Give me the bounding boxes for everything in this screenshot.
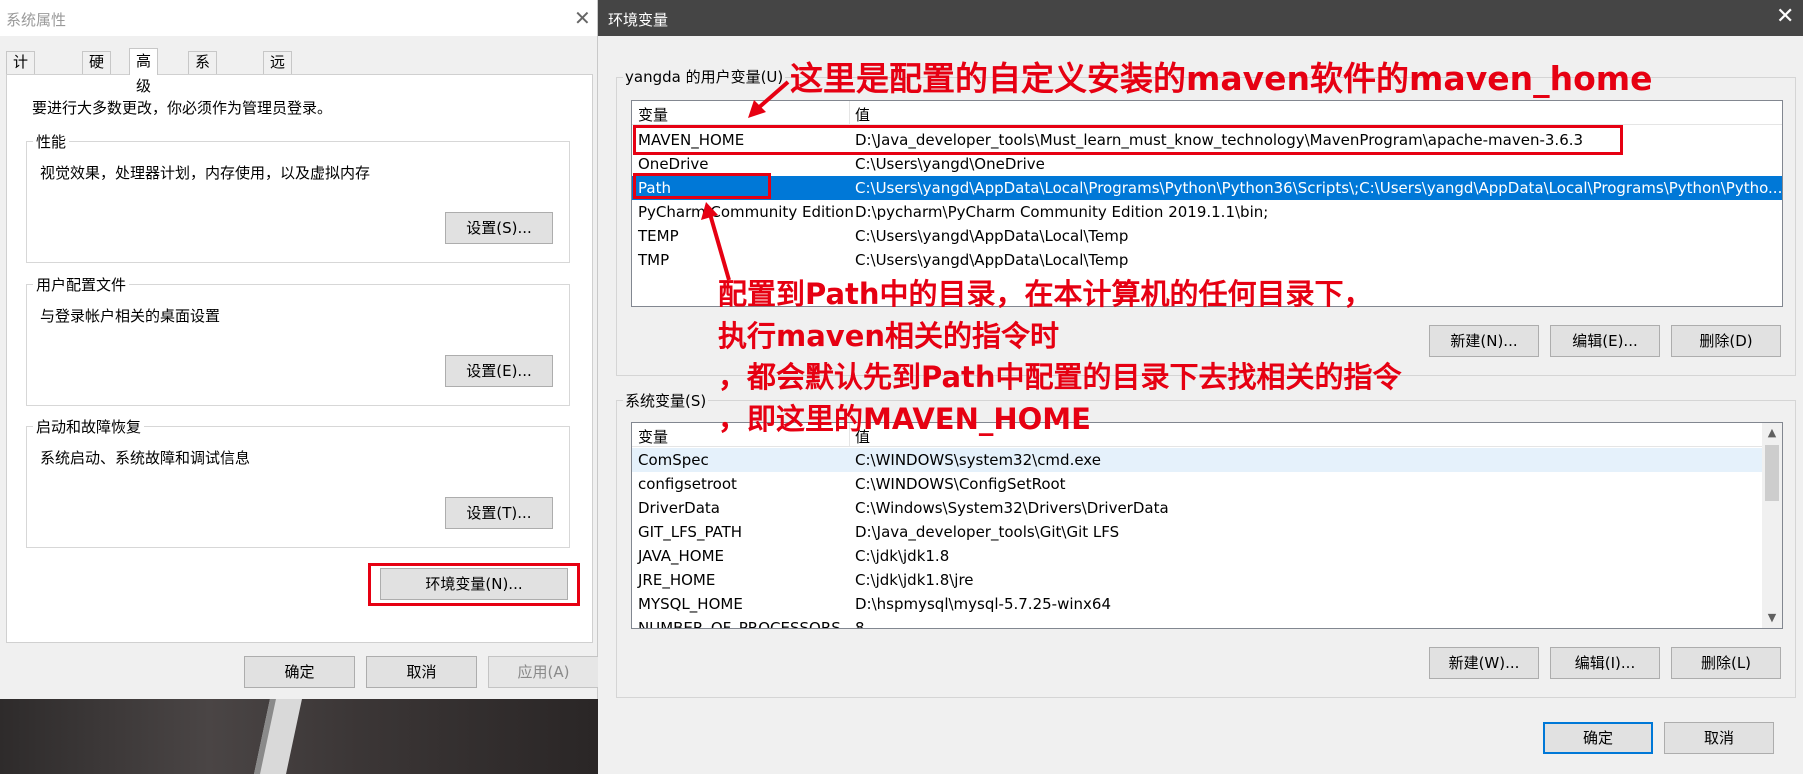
apply-button[interactable]: 应用(A) [488, 656, 599, 688]
tab-system-protection[interactable]: 系统保护 [188, 51, 218, 134]
annotation-text: ，都会默认先到Path中配置的目录下去找相关的指令 [718, 360, 1402, 394]
variable-value: D:\Java_developer_tools\Git\Git LFS [855, 523, 1120, 541]
title-bar: 系统属性 ✕ [0, 0, 597, 36]
annotation-text: ，即这里的MAVEN_HOME [718, 402, 1091, 436]
variable-name: JAVA_HOME [638, 547, 725, 565]
highlight-box [368, 563, 580, 606]
group-label: 性能 [33, 131, 70, 152]
column-header-variable[interactable]: 变量 [638, 426, 668, 447]
vertical-scrollbar[interactable]: ▲ ▼ [1762, 423, 1782, 628]
list-item[interactable]: GIT_LFS_PATH D:\Java_developer_tools\Git… [632, 520, 1782, 544]
group-description: 视觉效果，处理器计划，内存使用，以及虚拟内存 [40, 164, 371, 182]
cancel-button[interactable]: 取消 [366, 656, 477, 688]
environment-variables-dialog: 环境变量 ✕ yangda 的用户变量(U) 变量 值 MAVEN_HOME D… [598, 0, 1803, 774]
performance-group: 性能 视觉效果，处理器计划，内存使用，以及虚拟内存 设置(S)... [26, 131, 570, 263]
list-item[interactable]: PyCharm Community Edition D:\pycharm\PyC… [632, 200, 1782, 224]
system-variables-label: 系统变量(S) [623, 390, 709, 411]
variable-name: TMP [638, 251, 670, 269]
user-variables-label: yangda 的用户变量(U) [623, 66, 786, 87]
startup-recovery-settings-button[interactable]: 设置(T)... [445, 497, 553, 529]
variable-value: C:\jdk\jdk1.8 [855, 547, 950, 565]
scroll-up-icon[interactable]: ▲ [1762, 423, 1782, 443]
user-edit-button[interactable]: 编辑(E)... [1550, 325, 1660, 357]
user-delete-button[interactable]: 删除(D) [1671, 325, 1781, 357]
variable-name: JRE_HOME [638, 571, 716, 589]
variable-value: C:\WINDOWS\ConfigSetRoot [855, 475, 1066, 493]
variable-name: GIT_LFS_PATH [638, 523, 743, 541]
list-item[interactable]: configsetroot C:\WINDOWS\ConfigSetRoot [632, 472, 1782, 496]
variable-value: D:\pycharm\PyCharm Community Edition 201… [855, 203, 1269, 221]
list-item[interactable]: JRE_HOME C:\jdk\jdk1.8\jre [632, 568, 1782, 592]
system-new-button[interactable]: 新建(W)... [1429, 647, 1539, 679]
list-item[interactable]: MYSQL_HOME D:\hspmysql\mysql-5.7.25-winx… [632, 592, 1782, 616]
group-description: 系统启动、系统故障和调试信息 [40, 449, 251, 467]
list-item[interactable]: DriverData C:\Windows\System32\Drivers\D… [632, 496, 1782, 520]
variable-value: C:\Users\yangd\AppData\Local\Programs\Py… [855, 179, 1783, 197]
admin-notice: 要进行大多数更改，你必须作为管理员登录。 [32, 99, 333, 117]
column-header-variable[interactable]: 变量 [638, 104, 668, 125]
performance-settings-button[interactable]: 设置(S)... [445, 212, 553, 244]
tab-remote[interactable]: 远程 [263, 51, 293, 92]
highlight-box [633, 125, 1623, 155]
list-item[interactable]: ComSpec C:\WINDOWS\system32\cmd.exe [632, 448, 1782, 472]
variable-value: C:\WINDOWS\system32\cmd.exe [855, 451, 1101, 469]
system-properties-dialog: 系统属性 ✕ 计算机名 硬件 高级 系统保护 远程 要进行大多数更改，你必须作为… [0, 0, 599, 699]
tab-computer-name[interactable]: 计算机名 [6, 51, 36, 134]
system-delete-button[interactable]: 删除(L) [1671, 647, 1781, 679]
variable-value: C:\jdk\jdk1.8\jre [855, 571, 974, 589]
annotation-text: 执行maven相关的指令时 [718, 319, 1060, 353]
close-icon[interactable]: ✕ [574, 6, 591, 30]
variable-name: MYSQL_HOME [638, 595, 743, 613]
group-label: 启动和故障恢复 [33, 416, 145, 437]
tab-advanced[interactable]: 高级 [129, 48, 159, 95]
variable-name: ComSpec [638, 451, 709, 469]
system-variables-list[interactable]: 变量 值 ComSpec C:\WINDOWS\system32\cmd.exe… [631, 422, 1783, 629]
annotation-text: 配置到Path中的目录，在本计算机的任何目录下， [718, 277, 1373, 311]
variable-value: C:\Users\yangd\AppData\Local\Temp [855, 227, 1129, 245]
user-new-button[interactable]: 新建(N)... [1429, 325, 1539, 357]
variable-value: C:\Users\yangd\OneDrive [855, 155, 1045, 173]
user-profiles-group: 用户配置文件 与登录帐户相关的桌面设置 设置(E)... [26, 274, 570, 406]
list-item[interactable]: OneDrive C:\Users\yangd\OneDrive [632, 152, 1782, 176]
list-item-selected[interactable]: Path C:\Users\yangd\AppData\Local\Progra… [632, 176, 1782, 200]
variable-value: C:\Windows\System32\Drivers\DriverData [855, 499, 1169, 517]
variable-value: C:\Users\yangd\AppData\Local\Temp [855, 251, 1129, 269]
cancel-button[interactable]: 取消 [1664, 722, 1774, 754]
variable-value: 8 [855, 619, 865, 629]
variable-name: OneDrive [638, 155, 709, 173]
close-icon[interactable]: ✕ [1776, 4, 1794, 29]
scroll-down-icon[interactable]: ▼ [1762, 608, 1782, 628]
list-item[interactable]: TMP C:\Users\yangd\AppData\Local\Temp [632, 248, 1782, 272]
window-title: 环境变量 [608, 11, 669, 29]
tab-hardware[interactable]: 硬件 [82, 51, 112, 92]
annotation-text: 这里是配置的自定义安装的maven软件的maven_home [790, 59, 1653, 98]
variable-name: NUMBER_OF_PROCESSORS [638, 619, 841, 629]
desktop-background [0, 699, 598, 774]
list-item[interactable]: JAVA_HOME C:\jdk\jdk1.8 [632, 544, 1782, 568]
scroll-thumb[interactable] [1765, 445, 1779, 501]
ok-button[interactable]: 确定 [1543, 722, 1653, 754]
variable-name: configsetroot [638, 475, 737, 493]
highlight-box [633, 173, 771, 199]
list-item[interactable]: NUMBER_OF_PROCESSORS 8 [632, 616, 1782, 629]
variable-name: TEMP [638, 227, 679, 245]
startup-recovery-group: 启动和故障恢复 系统启动、系统故障和调试信息 设置(T)... [26, 416, 570, 548]
column-header-value[interactable]: 值 [855, 104, 870, 125]
list-item[interactable]: TEMP C:\Users\yangd\AppData\Local\Temp [632, 224, 1782, 248]
group-description: 与登录帐户相关的桌面设置 [40, 307, 221, 325]
group-label: 用户配置文件 [33, 274, 130, 295]
title-bar: 环境变量 ✕ [598, 0, 1803, 36]
ok-button[interactable]: 确定 [244, 656, 355, 688]
variable-name: PyCharm Community Edition [638, 203, 854, 221]
user-profiles-settings-button[interactable]: 设置(E)... [445, 355, 553, 387]
variable-name: DriverData [638, 499, 720, 517]
variable-value: D:\hspmysql\mysql-5.7.25-winx64 [855, 595, 1111, 613]
system-edit-button[interactable]: 编辑(I)... [1550, 647, 1660, 679]
list-header: 变量 值 [632, 101, 1782, 125]
window-title: 系统属性 [6, 11, 67, 29]
